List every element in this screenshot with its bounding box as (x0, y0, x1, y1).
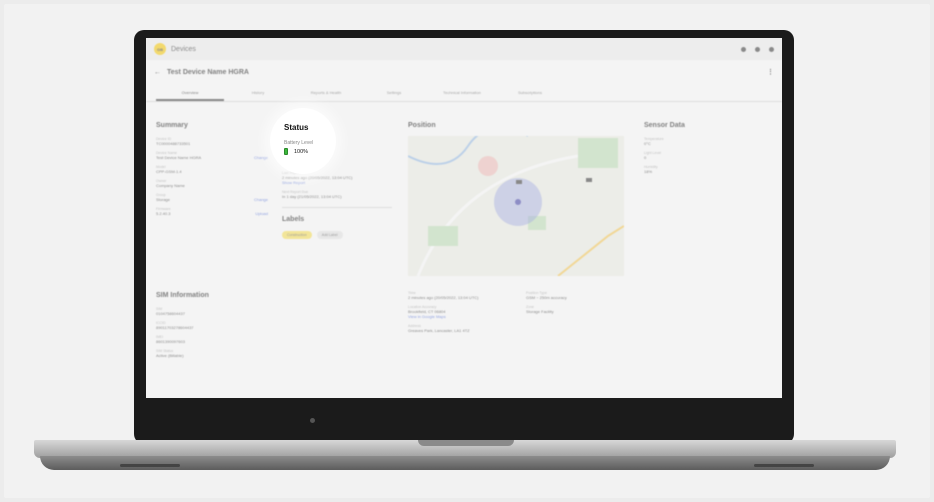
sensor-value: 0 (644, 155, 647, 160)
upload-firmware-link[interactable]: Upload (255, 211, 268, 216)
laptop-screen: GB Devices ← Test Device Name HGRA ⋮ Ove… (146, 38, 782, 398)
field-value: Test Device Name HGRA (156, 155, 202, 160)
labels-heading: Labels (282, 216, 305, 223)
account-icon[interactable] (769, 46, 774, 52)
field-value: Company Name (156, 183, 185, 188)
webcam-icon (310, 418, 315, 423)
field-value: Storage (156, 197, 171, 202)
position-type-value: GSM ~ 250m accuracy (526, 295, 567, 300)
tab-technical[interactable]: Technical Information (428, 84, 496, 101)
zone-value: Storage Facility (526, 309, 554, 314)
status-heading: Status (284, 123, 309, 132)
laptop-foot (754, 464, 814, 467)
next-report-value: In 1 day (21/05/2022, 13:04 UTC) (282, 194, 342, 199)
battery-level-label: Battery Level (284, 140, 314, 146)
field-value: 5.2.40.3 (156, 211, 171, 216)
device-title: Test Device Name HGRA (167, 68, 249, 76)
tab-settings[interactable]: Settings (360, 84, 428, 101)
label-chip[interactable]: Construction (282, 231, 312, 239)
map-graphic (408, 136, 624, 276)
show-report-link[interactable]: Show Report (282, 180, 392, 185)
battery-level-value: 100% (294, 148, 309, 155)
app-title: Devices (171, 45, 196, 53)
position-details: Time 2 minutes ago (20/05/2022, 13:04 UT… (408, 286, 518, 333)
sensor-value: 18% (644, 169, 653, 174)
position-heading: Position (408, 122, 436, 129)
address-value: Greaves Park, Lancaster, LA1 4TZ (408, 328, 470, 333)
logo-icon: GB (154, 43, 166, 55)
field-value: Active (Billable) (156, 353, 184, 358)
back-arrow-icon[interactable]: ← (154, 69, 161, 76)
summary-heading: Summary (156, 122, 188, 129)
position-map[interactable] (408, 136, 624, 276)
apps-icon[interactable] (755, 46, 760, 52)
field-value: TC0000488733501 (156, 141, 191, 146)
laptop-foot (120, 464, 180, 467)
app-window: GB Devices ← Test Device Name HGRA ⋮ Ove… (146, 38, 782, 398)
sensor-heading: Sensor Data (644, 122, 685, 129)
title-bar: ← Test Device Name HGRA ⋮ (146, 60, 782, 84)
sensor-value: 0°C (644, 141, 651, 146)
summary-panel: Summary Device ID TC0000488733501 Device… (156, 122, 268, 216)
laptop-base-bottom (40, 456, 890, 470)
sim-heading: SIM Information (156, 292, 209, 299)
change-group-link[interactable]: Change (254, 197, 268, 202)
add-label-button[interactable]: Add Label (316, 231, 343, 239)
change-name-link[interactable]: Change (254, 155, 268, 160)
notification-icon[interactable] (741, 46, 746, 52)
field-value: 89011703278604437 (156, 325, 194, 330)
tab-bar: Overview History Reports & Health Settin… (146, 84, 782, 102)
position-heading-wrap: Position (408, 122, 624, 137)
laptop-notch (418, 440, 514, 446)
tab-subscriptions[interactable]: Subscriptions (496, 84, 564, 101)
sim-panel: SIM Information SIM 0104758604437 ICCID … (156, 292, 268, 358)
more-menu-icon[interactable]: ⋮ (767, 68, 774, 76)
field-value: CPP-GSM-1.4 (156, 169, 182, 174)
google-maps-link[interactable]: View in Google Maps (408, 314, 518, 319)
field-value: 0104758604437 (156, 311, 185, 316)
tab-history[interactable]: History (224, 84, 292, 101)
tab-reports[interactable]: Reports & Health (292, 84, 360, 101)
top-bar: GB Devices (146, 38, 782, 60)
sensor-panel: Sensor Data Temperature 0°C Light Level … (644, 122, 754, 174)
position-type-details: Position Type GSM ~ 250m accuracy Zone S… (526, 286, 624, 314)
battery-icon (284, 148, 288, 155)
battery-level-row: 100% (284, 148, 308, 155)
field-value: 8601390097603 (156, 339, 185, 344)
time-value: 2 minutes ago (20/05/2022, 13:04 UTC) (408, 295, 479, 300)
tab-overview[interactable]: Overview (156, 84, 224, 101)
